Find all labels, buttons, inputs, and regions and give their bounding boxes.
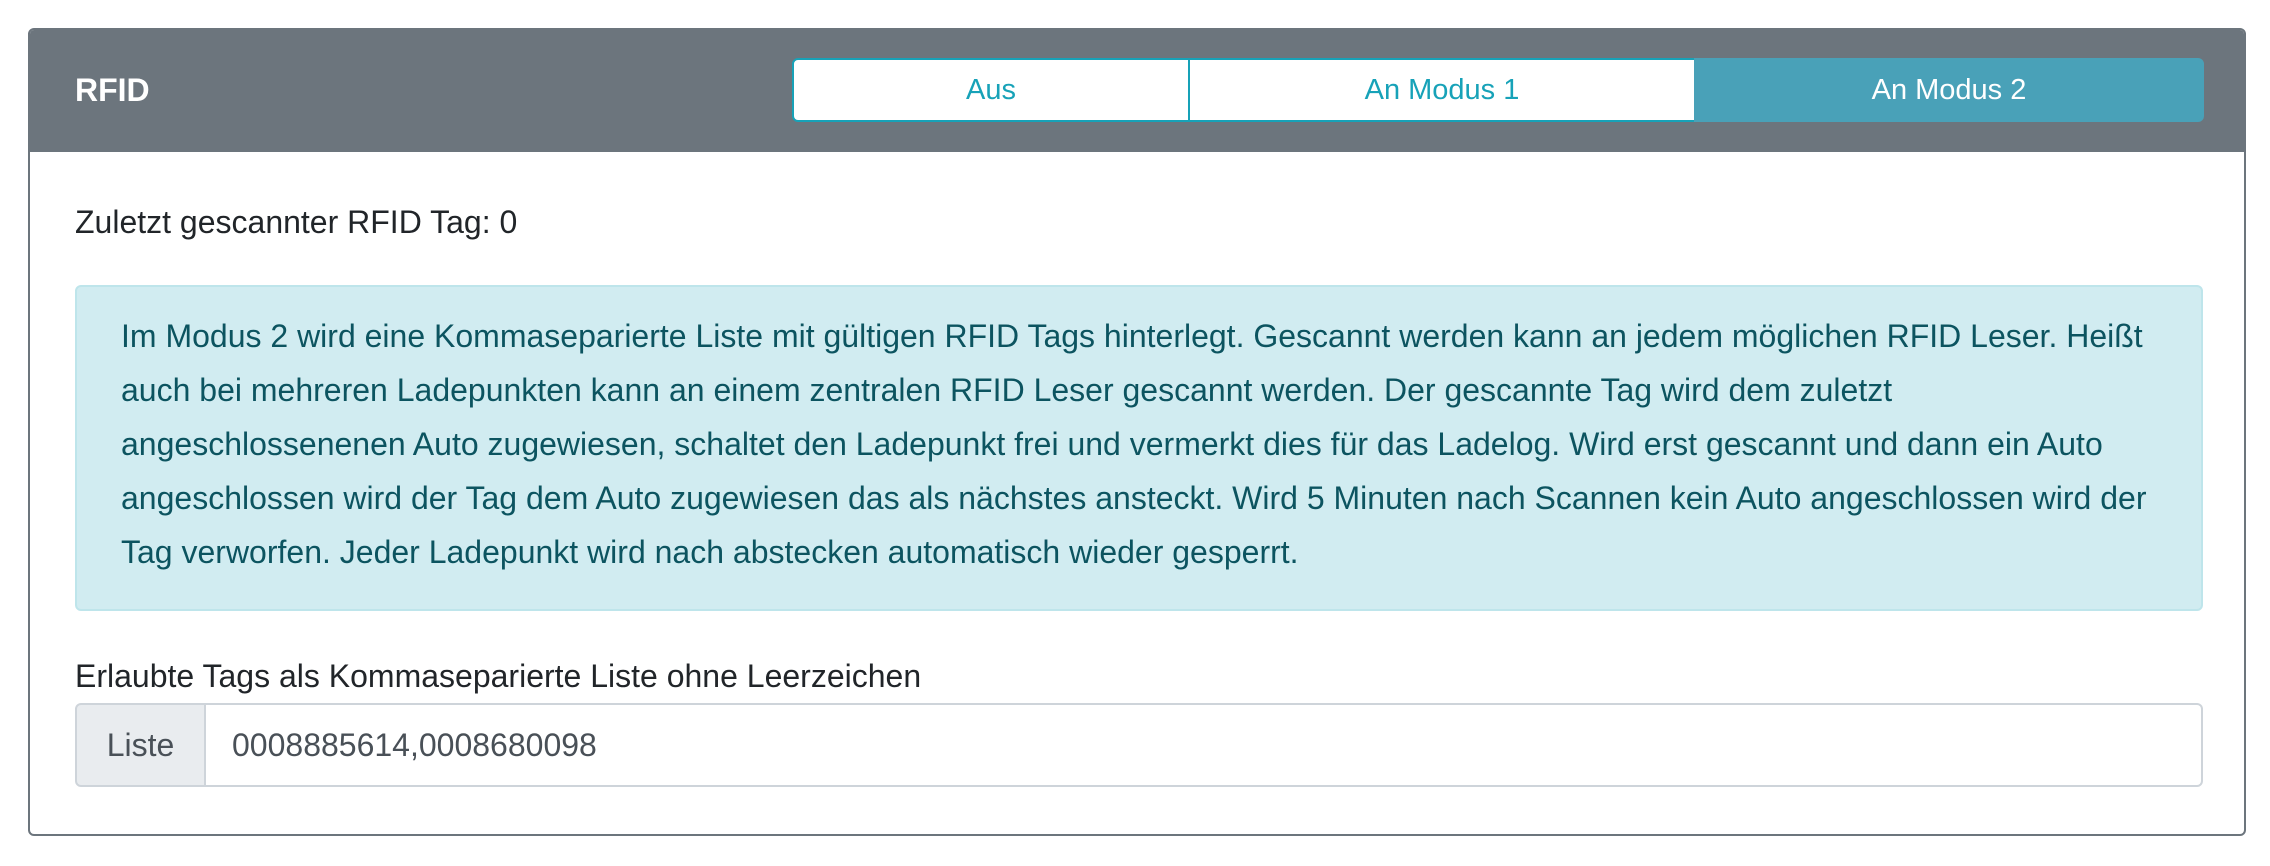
mode-2-info-alert: Im Modus 2 wird eine Kommaseparierte Lis… — [75, 285, 2203, 611]
rfid-mode-button-group: Aus An Modus 1 An Modus 2 — [792, 58, 2204, 122]
last-scanned-tag: Zuletzt gescannter RFID Tag: 0 — [75, 204, 518, 240]
allowed-tags-label: Erlaubte Tags als Kommaseparierte Liste … — [75, 658, 922, 694]
mode-2-button[interactable]: An Modus 2 — [1694, 58, 2204, 122]
card-title: RFID — [75, 72, 150, 108]
mode-1-button[interactable]: An Modus 1 — [1188, 58, 1696, 122]
list-prepend-label: Liste — [75, 703, 206, 787]
allowed-tags-input-group: Liste — [75, 703, 2203, 787]
allowed-tags-input[interactable] — [206, 703, 2203, 787]
rfid-card: RFID Aus An Modus 1 An Modus 2 Zuletzt g… — [28, 28, 2246, 836]
card-header: RFID Aus An Modus 1 An Modus 2 — [30, 30, 2244, 152]
mode-off-button[interactable]: Aus — [792, 58, 1190, 122]
